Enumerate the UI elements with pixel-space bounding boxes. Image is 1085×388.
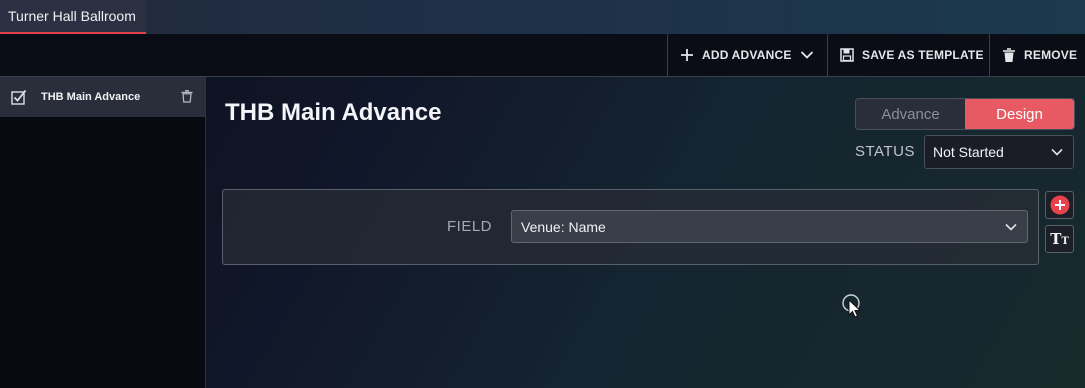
add-field-button[interactable]	[1045, 191, 1074, 219]
plus-icon	[681, 49, 693, 61]
add-advance-label: ADD ADVANCE	[702, 48, 792, 62]
page-title: THB Main Advance	[225, 99, 442, 126]
tab-turner-hall-ballroom[interactable]: Turner Hall Ballroom	[0, 0, 146, 34]
field-dropdown[interactable]: Venue: Name	[511, 210, 1028, 243]
sidebar: THB Main Advance	[0, 77, 206, 388]
add-advance-button[interactable]: ADD ADVANCE	[667, 34, 827, 76]
tab-advance[interactable]: Advance	[856, 99, 965, 129]
text-size-icon: TT	[1050, 230, 1069, 248]
remove-button[interactable]: REMOVE	[989, 34, 1085, 76]
field-label: FIELD	[447, 218, 493, 235]
remove-label: REMOVE	[1024, 48, 1078, 62]
chevron-down-icon	[1005, 223, 1017, 231]
status-value: Not Started	[933, 144, 1004, 160]
mode-toggle: Advance Design	[855, 98, 1075, 130]
field-value: Venue: Name	[521, 218, 606, 235]
toolbar: ADD ADVANCE SAVE AS TEMPLATE REMOVE	[0, 34, 1085, 77]
sidebar-item-label: THB Main Advance	[41, 91, 141, 103]
tab-bar: Turner Hall Ballroom	[0, 0, 1085, 34]
plus-circle-icon	[1050, 195, 1069, 215]
save-as-template-label: SAVE AS TEMPLATE	[862, 48, 984, 62]
checkbox-checked-icon[interactable]	[11, 89, 27, 105]
status-label: STATUS	[855, 143, 915, 160]
chevron-down-icon	[1051, 148, 1063, 156]
trash-icon	[1003, 47, 1015, 62]
trash-icon[interactable]	[181, 90, 193, 103]
mouse-pointer-icon	[842, 294, 862, 318]
save-as-template-button[interactable]: SAVE AS TEMPLATE	[827, 34, 989, 76]
status-dropdown[interactable]: Not Started	[924, 135, 1074, 169]
text-format-button[interactable]: TT	[1045, 225, 1074, 253]
chevron-down-icon	[800, 51, 813, 59]
sidebar-item-thb-main-advance[interactable]: THB Main Advance	[0, 77, 205, 117]
save-icon	[840, 48, 854, 62]
tab-design[interactable]: Design	[965, 99, 1074, 129]
tab-label: Turner Hall Ballroom	[8, 8, 136, 24]
